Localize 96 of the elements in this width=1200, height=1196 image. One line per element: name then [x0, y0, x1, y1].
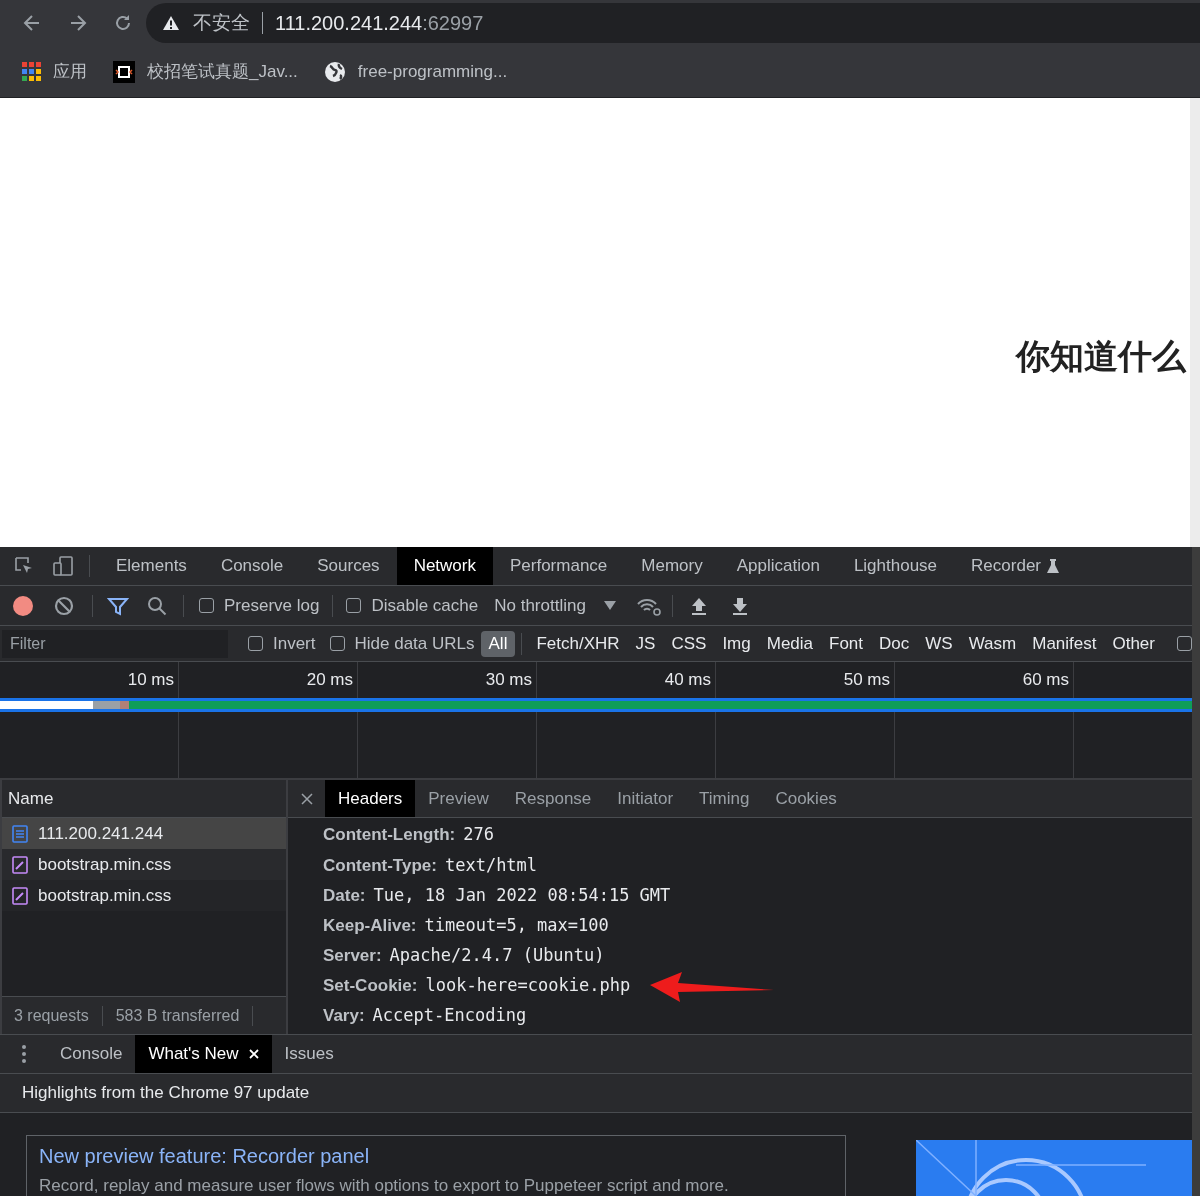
bookmark[interactable]: free-programming...: [323, 58, 508, 85]
checkbox[interactable]: [1177, 636, 1192, 651]
type-filter[interactable]: CSS: [663, 630, 715, 657]
header-name: Server:: [323, 945, 382, 968]
type-filter[interactable]: Fetch/XHR: [528, 630, 628, 657]
type-filter[interactable]: JS: [627, 630, 664, 657]
checkbox[interactable]: [199, 598, 214, 613]
detail-tab[interactable]: Response: [501, 780, 605, 817]
detail-tab[interactable]: Cookies: [762, 780, 850, 817]
checkbox[interactable]: [247, 636, 263, 651]
page-heading: 你知道什么: [1016, 336, 1188, 377]
request-row[interactable]: bootstrap.min.css: [2, 849, 286, 880]
detail-tab[interactable]: Preview: [415, 780, 502, 817]
globe-icon: [323, 60, 346, 83]
document-icon: [12, 824, 28, 843]
apps-grid-icon: [22, 62, 41, 81]
drawer-heading: Highlights from the Chrome 97 update: [22, 1082, 310, 1105]
forward-icon[interactable]: [68, 13, 88, 33]
type-filter[interactable]: Doc: [871, 630, 918, 657]
security-label[interactable]: 不安全: [193, 8, 250, 38]
search-icon[interactable]: [147, 595, 167, 616]
panel-tab[interactable]: Recorder: [954, 547, 1076, 585]
summary-text: 583 B transferred: [115, 1005, 240, 1026]
record-button[interactable]: [13, 595, 33, 616]
preserve-log-label[interactable]: Preserve log: [224, 592, 320, 619]
header-name: Date:: [323, 884, 366, 907]
header-value: Accept-Encoding: [372, 1004, 527, 1028]
checkbox[interactable]: [346, 598, 362, 613]
header-name: Content-Type:: [323, 854, 437, 877]
download-icon[interactable]: [730, 595, 749, 616]
feature-description: Record, replay and measure user flows with options to export to Puppeteer script and more.: [39, 1175, 730, 1196]
type-filter[interactable]: Manifest: [1024, 630, 1105, 657]
panel-tab[interactable]: Console: [203, 547, 301, 585]
detail-tab[interactable]: Headers: [325, 780, 416, 817]
header-name: Set-Cookie:: [323, 975, 418, 998]
flask-icon: [1047, 559, 1059, 573]
type-filter[interactable]: Font: [821, 630, 872, 657]
type-filter[interactable]: Wasm: [960, 630, 1025, 657]
request-row[interactable]: 111.200.241.244: [2, 818, 286, 849]
header-value: Tue, 18 Jan 2022 08:54:15 GMT: [373, 883, 671, 907]
drawer-tab[interactable]: What's New: [135, 1035, 272, 1073]
feature-title-link[interactable]: New preview feature: Recorder panel: [39, 1141, 833, 1171]
drawer-tab[interactable]: Console: [47, 1035, 136, 1073]
checkbox-label[interactable]: Invert: [272, 630, 316, 657]
back-icon[interactable]: [22, 13, 42, 33]
more-options-icon[interactable]: [21, 1044, 27, 1064]
type-filter[interactable]: Media: [758, 630, 822, 657]
header-value: timeout=5, max=100: [424, 913, 609, 937]
header-value: look-here=cookie.php: [425, 974, 631, 998]
clear-icon[interactable]: [54, 595, 74, 616]
warning-icon: [162, 15, 180, 31]
summary-text: 3 requests: [14, 1005, 89, 1026]
reload-icon[interactable]: [113, 13, 133, 33]
timeline-tick: 20 ms: [306, 669, 353, 692]
filter-input[interactable]: Filter: [2, 629, 228, 658]
stylesheet-icon: [12, 886, 28, 905]
address-bar[interactable]: 不安全 111.200.241.244:62997: [146, 3, 1200, 43]
header-value: 276: [463, 823, 494, 847]
checkbox[interactable]: [329, 636, 345, 651]
header-name: Vary:: [323, 1005, 365, 1028]
device-toolbar-icon[interactable]: [52, 555, 74, 577]
column-header[interactable]: Name: [8, 785, 54, 812]
bookmark[interactable]: 校招笔试真题_Jav...: [113, 58, 298, 85]
header-value: Apache/2.4.7 (Ubuntu): [389, 944, 605, 968]
site-icon: [113, 60, 135, 83]
drawer-tab[interactable]: Issues: [271, 1035, 347, 1073]
timeline-tick: 60 ms: [1022, 669, 1069, 692]
type-filter[interactable]: All: [480, 630, 516, 657]
detail-tab[interactable]: Initiator: [604, 780, 687, 817]
header-name: Content-Length:: [323, 824, 456, 847]
panel-tab[interactable]: Performance: [493, 547, 625, 585]
panel-tab[interactable]: Lighthouse: [836, 547, 955, 585]
bookmark[interactable]: 应用: [22, 58, 87, 85]
panel-tab[interactable]: Elements: [99, 547, 204, 585]
throttling-dropdown[interactable]: No throttling: [494, 592, 616, 619]
panel-tab[interactable]: Sources: [300, 547, 397, 585]
url-text[interactable]: 111.200.241.244:62997: [275, 8, 484, 38]
stylesheet-icon: [12, 855, 28, 874]
panel-tab[interactable]: Memory: [624, 547, 720, 585]
type-filter[interactable]: Other: [1104, 630, 1163, 657]
disable-cache-label[interactable]: Disable cache: [371, 592, 479, 619]
header-value: text/html: [444, 853, 538, 877]
timeline-tick: 40 ms: [664, 669, 711, 692]
timeline-tick: 30 ms: [485, 669, 532, 692]
timeline-tick: 10 ms: [127, 669, 174, 692]
filter-icon[interactable]: [107, 595, 129, 616]
checkbox-label[interactable]: Hide data URLs: [354, 630, 475, 657]
panel-tab[interactable]: Application: [719, 547, 837, 585]
panel-tab[interactable]: Network: [396, 547, 493, 585]
header-name: Keep-Alive:: [323, 914, 417, 937]
request-row[interactable]: bootstrap.min.css: [2, 880, 286, 911]
timeline-tick: 50 ms: [843, 669, 890, 692]
type-filter[interactable]: Img: [714, 630, 759, 657]
type-filter[interactable]: WS: [917, 630, 961, 657]
detail-tab[interactable]: Timing: [686, 780, 763, 817]
dropdown-caret-icon: [603, 601, 616, 610]
